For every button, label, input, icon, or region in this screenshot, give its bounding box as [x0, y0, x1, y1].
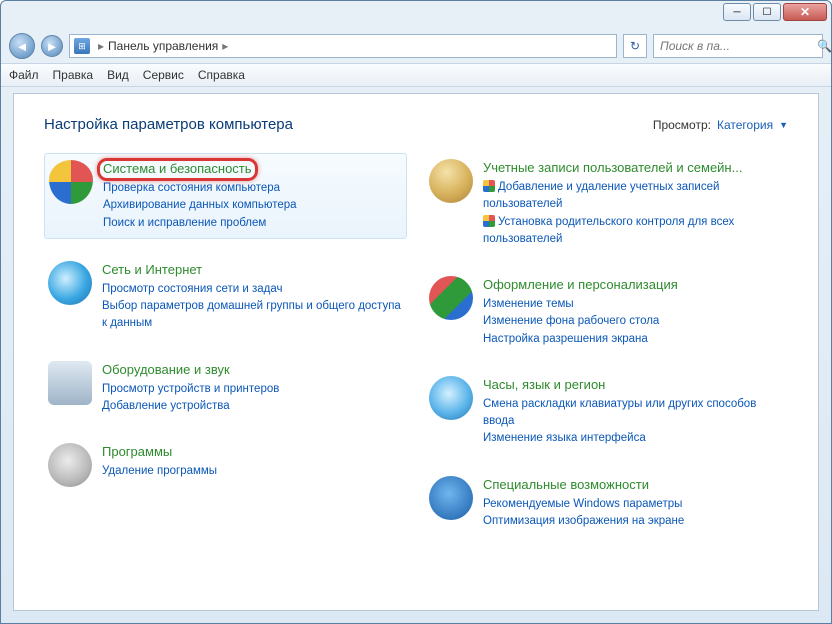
menubar: Файл Правка Вид Сервис Справка: [1, 63, 831, 87]
menu-file[interactable]: Файл: [9, 68, 39, 82]
category-link[interactable]: Оптимизация изображения на экране: [483, 513, 784, 530]
category-link[interactable]: Настройка разрешения экрана: [483, 331, 784, 348]
category-appearance: Оформление и персонализация Изменение тем…: [425, 270, 788, 354]
search-box[interactable]: 🔍: [653, 34, 823, 58]
system-security-icon: [49, 160, 93, 204]
forward-button[interactable]: ►: [41, 35, 63, 57]
content-area: Настройка параметров компьютера Просмотр…: [13, 93, 819, 611]
page-title: Настройка параметров компьютера: [44, 116, 293, 133]
category-title-clock[interactable]: Часы, язык и регион: [483, 377, 605, 394]
category-link[interactable]: Изменение темы: [483, 296, 784, 313]
category-columns: Система и безопасность Проверка состояния…: [44, 153, 788, 552]
category-accessibility: Специальные возможности Рекомендуемые Win…: [425, 470, 788, 537]
breadcrumb-label[interactable]: Панель управления: [108, 39, 218, 53]
breadcrumb[interactable]: ⊞ ▸ Панель управления ▸: [69, 34, 617, 58]
refresh-button[interactable]: ↻: [623, 34, 647, 58]
menu-tools[interactable]: Сервис: [143, 68, 184, 82]
category-title-network[interactable]: Сеть и Интернет: [102, 262, 202, 279]
category-link[interactable]: Удаление программы: [102, 463, 403, 480]
breadcrumb-sep: ▸: [98, 39, 104, 53]
category-link[interactable]: Архивирование данных компьютера: [103, 197, 402, 214]
category-title-system-security[interactable]: Система и безопасность: [103, 161, 252, 178]
category-title-appearance[interactable]: Оформление и персонализация: [483, 277, 678, 294]
category-title-accessibility[interactable]: Специальные возможности: [483, 477, 649, 494]
view-mode-label: Просмотр:: [653, 118, 711, 132]
menu-edit[interactable]: Правка: [53, 68, 94, 82]
maximize-button[interactable]: ☐: [753, 3, 781, 21]
shield-icon: [483, 215, 495, 227]
category-link[interactable]: Выбор параметров домашней группы и общег…: [102, 298, 403, 333]
category-hardware: Оборудование и звук Просмотр устройств и …: [44, 355, 407, 422]
category-clock: Часы, язык и регион Смена раскладки клави…: [425, 370, 788, 454]
chevron-down-icon[interactable]: ▼: [779, 120, 788, 130]
category-link[interactable]: Изменение языка интерфейса: [483, 430, 784, 447]
shield-icon: [483, 180, 495, 192]
users-icon: [429, 159, 473, 203]
category-link[interactable]: Проверка состояния компьютера: [103, 180, 402, 197]
titlebar: ─ ☐ ✕: [1, 1, 831, 29]
category-network: Сеть и Интернет Просмотр состояния сети и…: [44, 255, 407, 339]
category-link[interactable]: Смена раскладки клавиатуры или других сп…: [483, 396, 784, 431]
category-title-users[interactable]: Учетные записи пользователей и семейн...: [483, 160, 742, 177]
category-link[interactable]: Добавление и удаление учетных записей по…: [483, 179, 784, 214]
column-right: Учетные записи пользователей и семейн...…: [425, 153, 788, 552]
category-users: Учетные записи пользователей и семейн...…: [425, 153, 788, 254]
close-button[interactable]: ✕: [783, 3, 827, 21]
search-icon[interactable]: 🔍: [817, 39, 832, 53]
category-link[interactable]: Просмотр устройств и принтеров: [102, 381, 403, 398]
hardware-icon: [48, 361, 92, 405]
menu-view[interactable]: Вид: [107, 68, 129, 82]
window-frame: ─ ☐ ✕ ◄ ► ⊞ ▸ Панель управления ▸ ↻ 🔍 Фа…: [0, 0, 832, 624]
breadcrumb-sep2[interactable]: ▸: [222, 39, 228, 53]
category-link[interactable]: Установка родительского контроля для все…: [483, 214, 784, 249]
minimize-button[interactable]: ─: [723, 3, 751, 21]
category-link[interactable]: Рекомендуемые Windows параметры: [483, 496, 784, 513]
category-link[interactable]: Поиск и исправление проблем: [103, 215, 402, 232]
accessibility-icon: [429, 476, 473, 520]
back-button[interactable]: ◄: [9, 33, 35, 59]
programs-icon: [48, 443, 92, 487]
column-left: Система и безопасность Проверка состояния…: [44, 153, 407, 552]
category-link[interactable]: Изменение фона рабочего стола: [483, 313, 784, 330]
menu-help[interactable]: Справка: [198, 68, 245, 82]
category-link[interactable]: Добавление устройства: [102, 398, 403, 415]
search-input[interactable]: [660, 39, 817, 53]
view-mode: Просмотр: Категория ▼: [653, 118, 788, 132]
category-programs: Программы Удаление программы: [44, 437, 407, 493]
network-icon: [48, 261, 92, 305]
nav-row: ◄ ► ⊞ ▸ Панель управления ▸ ↻ 🔍: [1, 29, 831, 63]
heading-row: Настройка параметров компьютера Просмотр…: [44, 116, 788, 133]
category-link[interactable]: Просмотр состояния сети и задач: [102, 281, 403, 298]
view-mode-value[interactable]: Категория: [717, 118, 773, 132]
category-system-security: Система и безопасность Проверка состояния…: [44, 153, 407, 239]
control-panel-icon: ⊞: [74, 38, 90, 54]
category-title-programs[interactable]: Программы: [102, 444, 172, 461]
category-title-hardware[interactable]: Оборудование и звук: [102, 362, 230, 379]
appearance-icon: [429, 276, 473, 320]
clock-icon: [429, 376, 473, 420]
